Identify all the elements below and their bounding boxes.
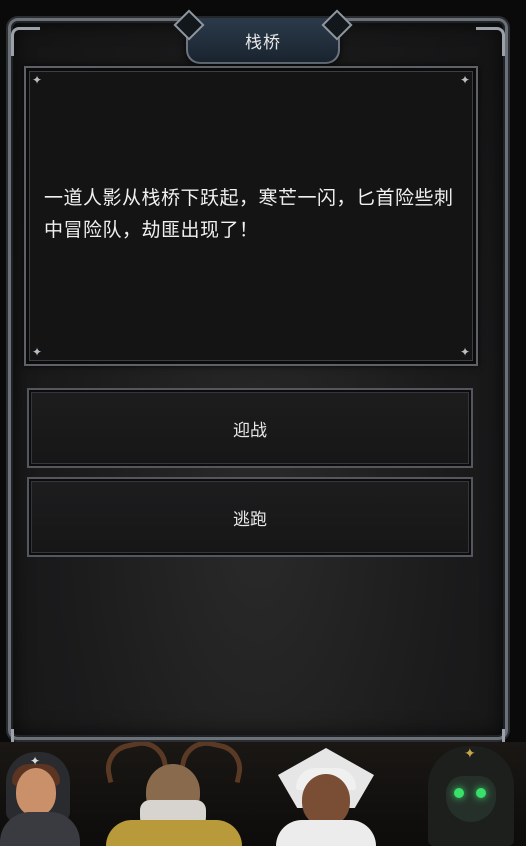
event-title-plate: 栈桥 (173, 9, 353, 64)
choice-label: 迎战 (233, 420, 267, 441)
event-story-box: ✦ ✦ ✦ ✦ 一道人影从栈桥下跃起，寒芒一闪，匕首险些刺中冒险队，劫匪出现了！ (24, 66, 478, 366)
star-ornament-icon: ✦ (459, 73, 470, 87)
hood-emblem-icon: ✦ (30, 754, 41, 768)
plague-mask-portrait[interactable]: ✦ (410, 742, 526, 846)
frame-corner-ornament (476, 27, 505, 56)
star-ornament-icon: ✦ (32, 345, 43, 359)
flee-choice-button[interactable]: 逃跑 (27, 477, 473, 557)
star-ornament-icon: ✦ (459, 345, 470, 359)
event-description: 一道人影从栈桥下跃起，寒芒一闪，匕首险些刺中冒险队，劫匪出现了！ (44, 187, 454, 241)
priestess-portrait[interactable] (252, 742, 400, 846)
fight-choice-button[interactable]: 迎战 (27, 388, 473, 468)
choice-label: 逃跑 (233, 509, 267, 530)
hooded-woman-portrait[interactable]: ✦ (0, 742, 90, 846)
antlered-druid-portrait[interactable] (96, 742, 252, 846)
star-ornament-icon: ✦ (32, 73, 43, 87)
party-portraits-bar: ✦ ✦ (0, 742, 526, 846)
frame-corner-ornament (11, 27, 40, 56)
crest-icon: ✦ (464, 746, 476, 762)
event-title: 栈桥 (245, 32, 281, 53)
